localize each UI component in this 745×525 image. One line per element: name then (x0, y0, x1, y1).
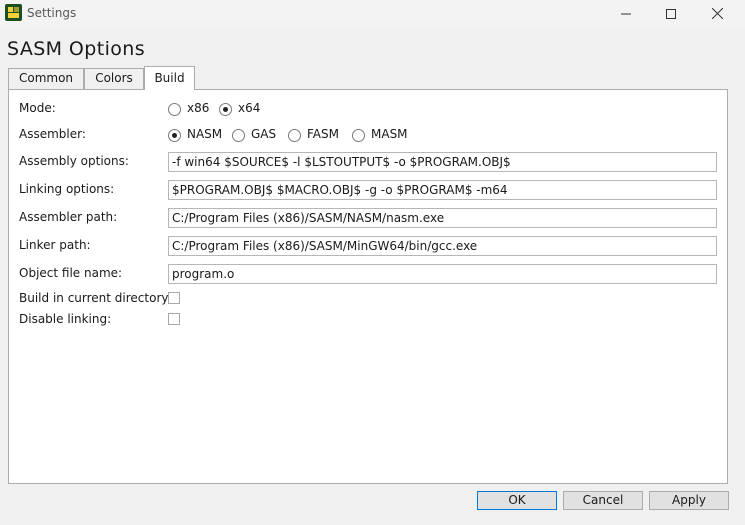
linking-options-input[interactable]: $PROGRAM.OBJ$ $MACRO.OBJ$ -g -o $PROGRAM… (168, 180, 717, 200)
assembly-options-input[interactable]: -f win64 $SOURCE$ -l $LSTOUTPUT$ -o $PRO… (168, 152, 717, 172)
linker-path-label: Linker path: (19, 238, 91, 252)
mode-x86-label: x86 (187, 101, 210, 115)
assembler-path-label: Assembler path: (19, 210, 118, 224)
minimize-icon (621, 13, 631, 14)
object-file-name-input[interactable]: program.o (168, 264, 717, 284)
page-title: SASM Options (7, 38, 146, 60)
linking-options-label: Linking options: (19, 182, 115, 196)
ok-button[interactable]: OK (477, 491, 557, 510)
assembler-masm-label: MASM (371, 127, 408, 141)
assembler-gas-label: GAS (251, 127, 277, 141)
minimize-button[interactable] (603, 0, 649, 27)
maximize-button[interactable] (648, 0, 694, 27)
window-title: Settings (27, 6, 77, 20)
assembly-options-label: Assembly options: (19, 154, 129, 168)
assembler-path-input[interactable]: C:/Program Files (x86)/SASM/NASM/nasm.ex… (168, 208, 717, 228)
disable-linking-checkbox[interactable] (168, 313, 180, 325)
cancel-button[interactable]: Cancel (563, 491, 643, 510)
build-in-current-dir-label: Build in current directory: (19, 291, 172, 305)
close-icon (711, 8, 723, 19)
close-button[interactable] (694, 0, 740, 27)
mode-x64-radio[interactable] (219, 103, 232, 116)
build-in-current-dir-checkbox[interactable] (168, 292, 180, 304)
app-logo-icon (5, 4, 22, 21)
linker-path-input[interactable]: C:/Program Files (x86)/SASM/MinGW64/bin/… (168, 236, 717, 256)
apply-button[interactable]: Apply (649, 491, 729, 510)
object-file-name-label: Object file name: (19, 266, 123, 280)
mode-x64-label: x64 (238, 101, 261, 115)
maximize-icon (666, 8, 676, 19)
assembler-gas-radio[interactable] (232, 129, 245, 142)
disable-linking-label: Disable linking: (19, 312, 112, 326)
assembler-fasm-label: FASM (307, 127, 339, 141)
tab-colors[interactable]: Colors (84, 68, 144, 89)
mode-x86-radio[interactable] (168, 103, 181, 116)
mode-label: Mode: (19, 101, 56, 115)
build-panel: Mode: x86 x64 Assembler: NASM GAS FASM M… (8, 89, 728, 484)
assembler-nasm-label: NASM (187, 127, 223, 141)
assembler-label: Assembler: (19, 127, 86, 141)
assembler-nasm-radio[interactable] (168, 129, 181, 142)
tab-build[interactable]: Build (144, 66, 195, 90)
title-bar: Settings (0, 0, 745, 27)
assembler-masm-radio[interactable] (352, 129, 365, 142)
tab-common[interactable]: Common (8, 68, 84, 89)
assembler-fasm-radio[interactable] (288, 129, 301, 142)
